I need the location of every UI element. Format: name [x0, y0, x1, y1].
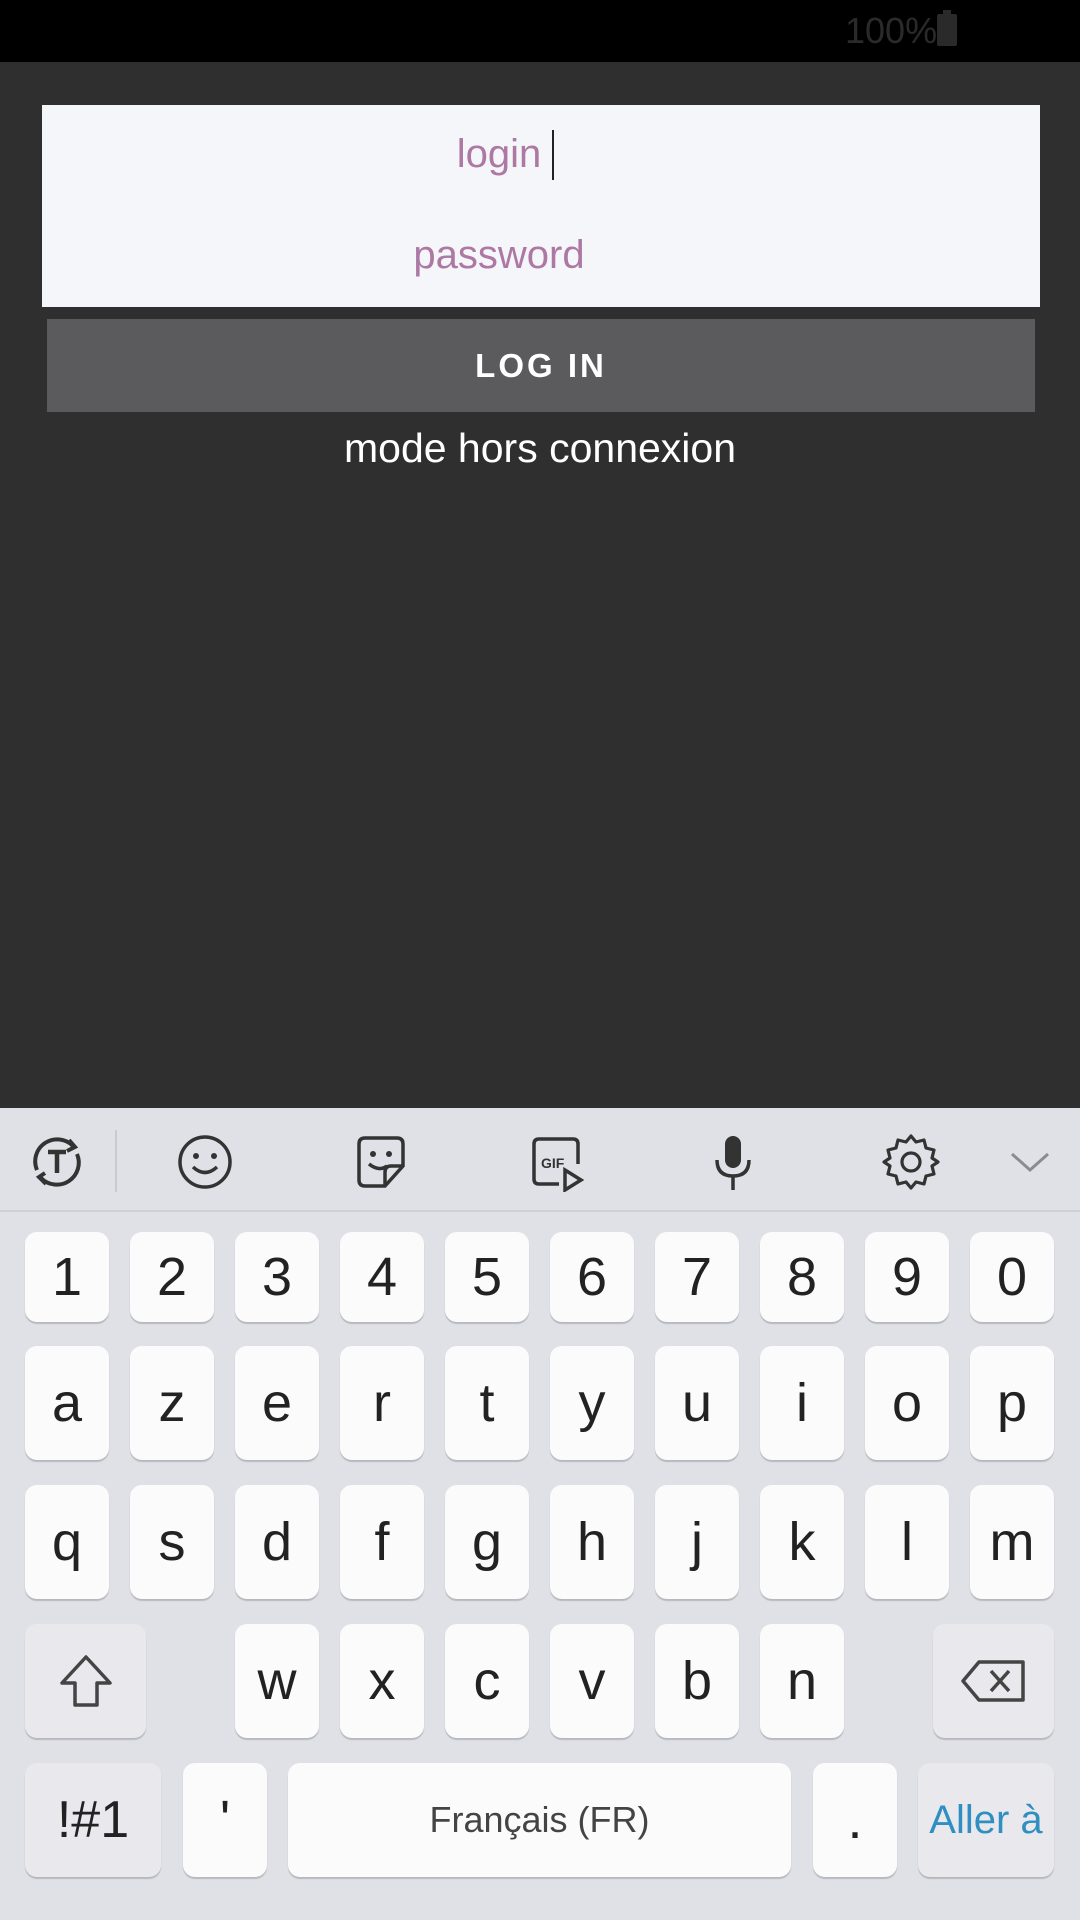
- key-0[interactable]: 0: [970, 1232, 1054, 1322]
- key-6[interactable]: 6: [550, 1232, 634, 1322]
- key-4[interactable]: 4: [340, 1232, 424, 1322]
- key-e[interactable]: e: [235, 1346, 319, 1460]
- key-j[interactable]: j: [655, 1485, 739, 1599]
- key-t[interactable]: t: [445, 1346, 529, 1460]
- symbols-key[interactable]: !#1: [25, 1763, 161, 1877]
- key-n[interactable]: n: [760, 1624, 844, 1738]
- toolbar-divider: [115, 1130, 117, 1192]
- key-k[interactable]: k: [760, 1485, 844, 1599]
- backspace-key[interactable]: [933, 1624, 1054, 1738]
- key-m[interactable]: m: [970, 1485, 1054, 1599]
- key-1[interactable]: 1: [25, 1232, 109, 1322]
- key-w[interactable]: w: [235, 1624, 319, 1738]
- emoji-icon[interactable]: [175, 1132, 235, 1192]
- key-y[interactable]: y: [550, 1346, 634, 1460]
- login-input[interactable]: [0, 109, 998, 199]
- keyboard: GIF 1 2 3 4 5 6 7 8 9 0 a z e r t y u i …: [0, 1108, 1080, 1920]
- key-p[interactable]: p: [970, 1346, 1054, 1460]
- key-3[interactable]: 3: [235, 1232, 319, 1322]
- key-d[interactable]: d: [235, 1485, 319, 1599]
- settings-icon[interactable]: [881, 1132, 941, 1192]
- key-l[interactable]: l: [865, 1485, 949, 1599]
- key-v[interactable]: v: [550, 1624, 634, 1738]
- backspace-icon: [960, 1660, 1025, 1702]
- key-5[interactable]: 5: [445, 1232, 529, 1322]
- shift-icon: [59, 1655, 112, 1707]
- status-bar: 100%: [0, 0, 1080, 62]
- gif-icon[interactable]: GIF: [527, 1132, 587, 1192]
- space-key[interactable]: Français (FR): [288, 1763, 791, 1877]
- key-s[interactable]: s: [130, 1485, 214, 1599]
- login-button[interactable]: LOG IN: [47, 319, 1035, 412]
- key-i[interactable]: i: [760, 1346, 844, 1460]
- apostrophe-key[interactable]: ': [183, 1763, 267, 1877]
- svg-text:GIF: GIF: [541, 1155, 565, 1171]
- key-u[interactable]: u: [655, 1346, 739, 1460]
- key-f[interactable]: f: [340, 1485, 424, 1599]
- key-h[interactable]: h: [550, 1485, 634, 1599]
- battery-full-icon: [937, 10, 957, 46]
- key-8[interactable]: 8: [760, 1232, 844, 1322]
- shift-key[interactable]: [25, 1624, 146, 1738]
- key-9[interactable]: 9: [865, 1232, 949, 1322]
- key-7[interactable]: 7: [655, 1232, 739, 1322]
- go-action-key[interactable]: Aller à: [918, 1763, 1054, 1877]
- key-o[interactable]: o: [865, 1346, 949, 1460]
- key-a[interactable]: a: [25, 1346, 109, 1460]
- keyboard-toolbar: GIF: [0, 1108, 1080, 1212]
- translate-icon[interactable]: [27, 1132, 87, 1192]
- password-input[interactable]: [0, 210, 998, 300]
- key-g[interactable]: g: [445, 1485, 529, 1599]
- key-c[interactable]: c: [445, 1624, 529, 1738]
- key-2[interactable]: 2: [130, 1232, 214, 1322]
- chevron-down-icon[interactable]: [1000, 1132, 1060, 1192]
- offline-mode-link[interactable]: mode hors connexion: [0, 418, 1080, 478]
- key-z[interactable]: z: [130, 1346, 214, 1460]
- key-b[interactable]: b: [655, 1624, 739, 1738]
- microphone-icon[interactable]: [703, 1132, 763, 1192]
- text-cursor: [552, 130, 554, 180]
- sticker-icon[interactable]: [351, 1132, 411, 1192]
- key-x[interactable]: x: [340, 1624, 424, 1738]
- key-q[interactable]: q: [25, 1485, 109, 1599]
- battery-percentage: 100%: [845, 10, 938, 51]
- key-r[interactable]: r: [340, 1346, 424, 1460]
- period-key[interactable]: .: [813, 1763, 897, 1877]
